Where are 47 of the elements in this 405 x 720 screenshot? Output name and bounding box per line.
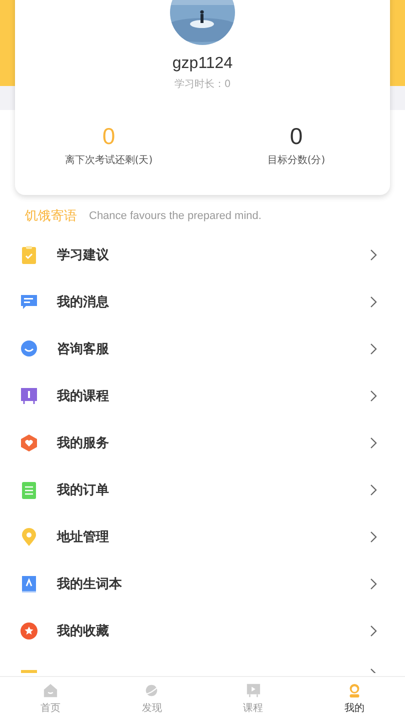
username: gzp1124 xyxy=(172,55,233,73)
message-icon xyxy=(20,292,38,310)
smile-icon xyxy=(20,340,38,358)
chevron-right-icon xyxy=(370,624,377,636)
chevron-right-icon xyxy=(370,390,377,402)
chevron-right-icon xyxy=(370,342,377,354)
clipboard-icon xyxy=(20,246,38,264)
menu-item[interactable]: 我的服务 xyxy=(0,419,405,466)
stat-value: 0 xyxy=(290,123,303,149)
play-icon xyxy=(246,682,261,698)
chevron-right-icon xyxy=(370,296,377,308)
book-icon xyxy=(20,574,38,592)
chevron-right-icon xyxy=(370,248,377,260)
chevron-right-icon xyxy=(370,436,377,448)
chevron-right-icon xyxy=(370,530,377,542)
list-icon xyxy=(20,480,38,498)
menu-item[interactable]: 我的消息 xyxy=(0,278,405,325)
menu-label: 我的服务 xyxy=(57,434,110,452)
menu-item[interactable]: 我的课程 xyxy=(0,372,405,419)
chevron-right-icon xyxy=(370,578,377,590)
stat-value: 0 xyxy=(102,123,116,149)
menu-item[interactable]: 我的生词本 xyxy=(0,560,405,607)
motto-text: Chance favours the prepared mind. xyxy=(89,210,262,222)
menu-item[interactable]: 咨询客服 xyxy=(0,325,405,372)
menu-label: 咨询客服 xyxy=(57,340,110,358)
menu-label: 我的生词本 xyxy=(57,576,123,592)
tab[interactable]: 我的 xyxy=(304,677,405,720)
menu-label: 地址管理 xyxy=(57,528,110,546)
planet-icon xyxy=(144,682,160,698)
menu-label: 我的收藏 xyxy=(57,622,110,640)
board-icon xyxy=(20,386,38,404)
stat-label: 目标分数(分) xyxy=(267,154,326,167)
menu-item[interactable]: 我的订单 xyxy=(0,466,405,513)
menu-item[interactable]: 我的收藏 xyxy=(0,607,405,654)
menu-item[interactable]: 学习建议 xyxy=(0,231,405,278)
menu-label: 我的订单 xyxy=(57,482,110,498)
menu-label: 我的课程 xyxy=(57,388,110,404)
motto-title: 饥饿寄语 xyxy=(25,208,77,225)
home-icon xyxy=(43,682,58,698)
chevron-right-icon xyxy=(370,484,377,496)
heart-icon xyxy=(20,434,38,452)
stat-label: 离下次考试还剩(天) xyxy=(64,154,153,167)
menu-label: 我的消息 xyxy=(57,294,110,310)
menu-item[interactable]: 地址管理 xyxy=(0,513,405,560)
menu-label: 学习建议 xyxy=(57,246,110,264)
location-icon xyxy=(20,528,38,546)
study-time: 学习时长：0 xyxy=(174,78,231,91)
